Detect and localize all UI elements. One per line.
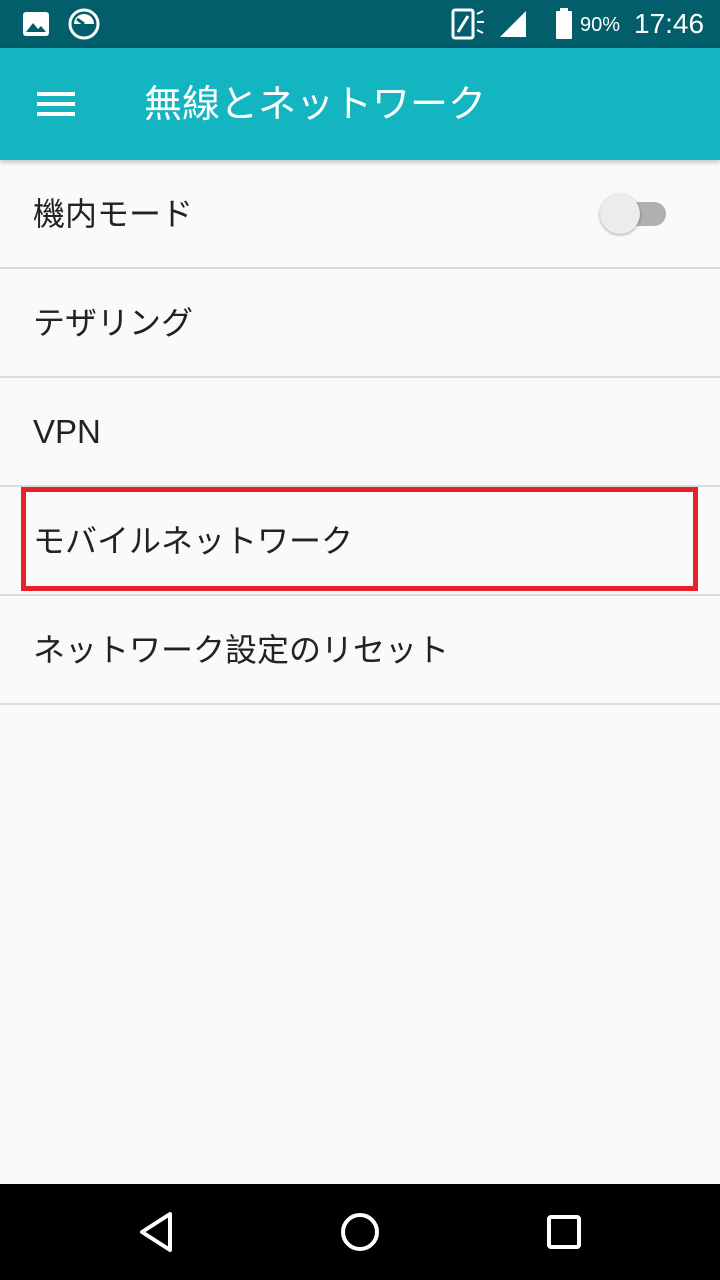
toggle-thumb[interactable] (600, 194, 640, 234)
navigation-bar (0, 1184, 720, 1280)
tethering-item[interactable]: テザリング (0, 269, 720, 378)
page-title: 無線とネットワーク (144, 82, 487, 126)
hamburger-menu-icon (37, 92, 75, 116)
recents-icon (547, 1215, 581, 1249)
mobile-network-item[interactable]: モバイルネットワーク (0, 487, 720, 596)
signal-icon (496, 0, 530, 48)
back-icon (140, 1212, 172, 1252)
status-bar: 90% 17:46 (0, 0, 720, 48)
tethering-label: テザリング (33, 304, 194, 342)
settings-list: 機内モード テザリング VPN モバイルネットワーク ネットワーク設定のリセット (0, 160, 720, 705)
battery-icon (552, 0, 576, 48)
airplane-mode-label: 機内モード (33, 195, 194, 233)
mobile-network-label: モバイルネットワーク (33, 522, 354, 560)
app-bar: 無線とネットワーク (0, 48, 720, 160)
menu-button[interactable] (22, 70, 90, 138)
battery-percent: 90% (580, 14, 621, 36)
vpn-item[interactable]: VPN (0, 378, 720, 487)
home-icon (341, 1213, 379, 1251)
network-reset-item[interactable]: ネットワーク設定のリセット (0, 596, 720, 705)
clock: 17:46 (634, 8, 705, 39)
image-icon (20, 0, 52, 48)
vpn-label: VPN (33, 413, 101, 450)
recents-button[interactable] (534, 1202, 594, 1262)
home-button[interactable] (330, 1202, 390, 1262)
network-reset-label: ネットワーク設定のリセット (33, 631, 450, 669)
back-button[interactable] (126, 1202, 186, 1262)
airplane-mode-item[interactable]: 機内モード (0, 160, 720, 269)
vibrate-icon (450, 0, 486, 48)
speedometer-icon (66, 0, 102, 48)
